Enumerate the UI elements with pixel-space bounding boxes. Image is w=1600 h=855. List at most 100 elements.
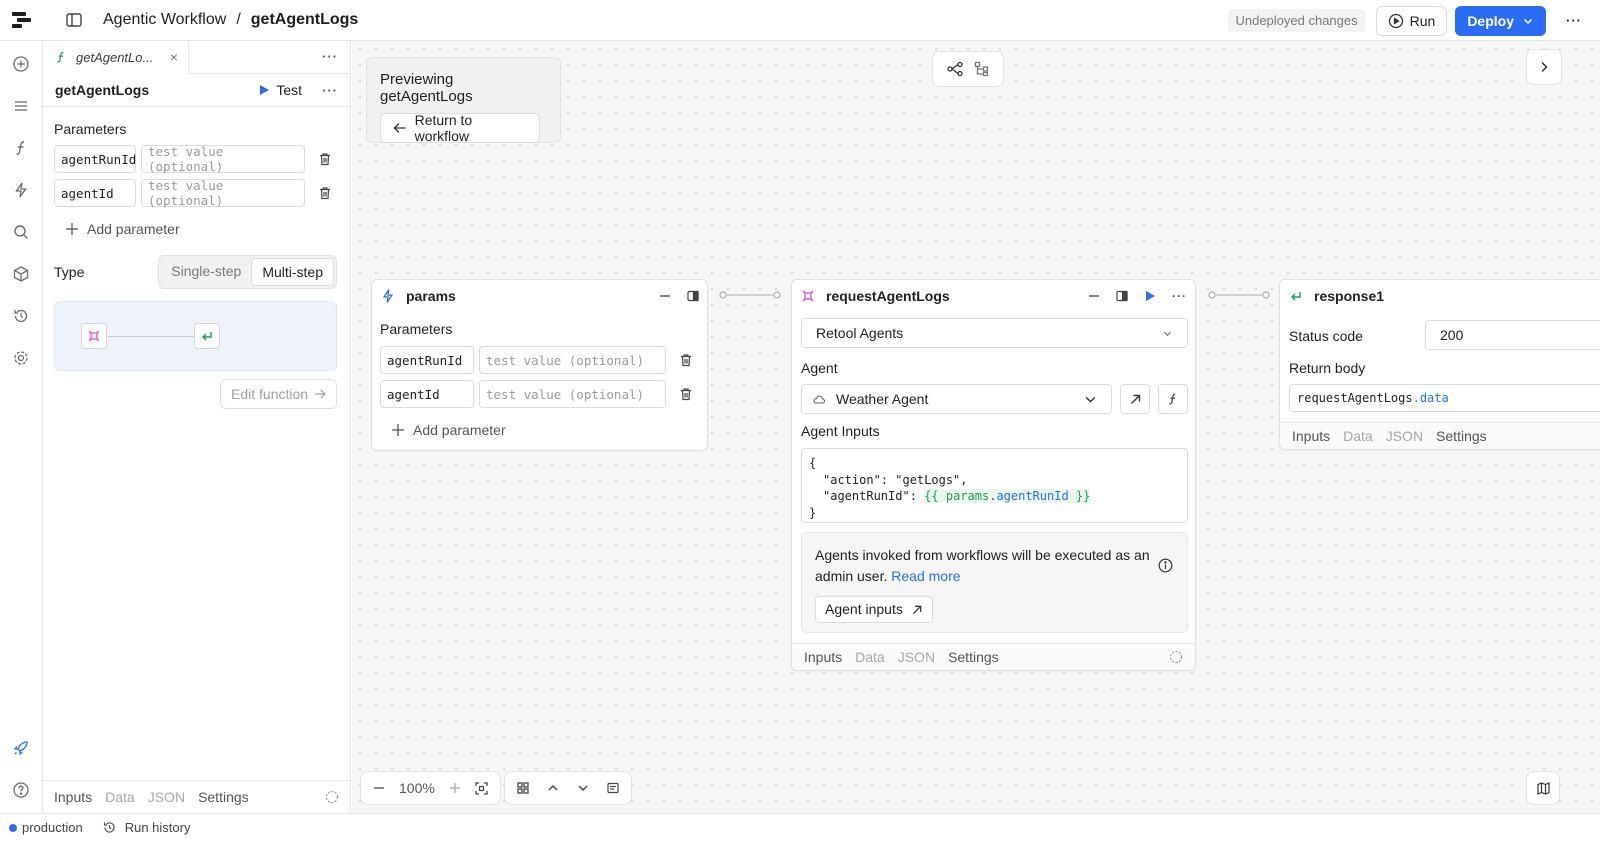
info-icon[interactable]: [1158, 558, 1173, 573]
trash-icon[interactable]: [679, 387, 693, 401]
trash-icon[interactable]: [679, 353, 693, 367]
add-parameter-button[interactable]: Add parameter: [65, 221, 180, 237]
graph-layout-icon[interactable]: [946, 60, 964, 78]
tab-more-button[interactable]: ···: [322, 49, 338, 64]
edit-function-button[interactable]: Edit function: [220, 379, 338, 409]
fit-screen-icon[interactable]: [475, 781, 488, 795]
parameter-value-input[interactable]: test value (optional): [141, 178, 305, 208]
history-icon[interactable]: [12, 307, 30, 325]
zoom-in-icon[interactable]: [449, 782, 461, 794]
function-more-button[interactable]: ···: [322, 83, 338, 98]
function-icon[interactable]: [12, 139, 30, 157]
collapse-panel-button[interactable]: [1526, 49, 1562, 85]
tab-inputs[interactable]: Inputs: [54, 789, 92, 805]
tree-layout-icon[interactable]: [973, 60, 991, 78]
code-close-brace: }: [809, 505, 817, 520]
tab-inputs[interactable]: Inputs: [1292, 428, 1330, 444]
tab-data[interactable]: Data: [105, 789, 135, 805]
plus-icon: [392, 424, 404, 436]
agent-inputs-button-label: Agent inputs: [825, 601, 903, 617]
type-option-multi-step[interactable]: Multi-step: [251, 258, 334, 286]
zoom-out-icon[interactable]: [373, 782, 385, 794]
tab-settings[interactable]: Settings: [198, 789, 249, 805]
help-icon[interactable]: [12, 781, 30, 799]
gear-icon[interactable]: [12, 349, 30, 367]
run-button[interactable]: Run: [1375, 5, 1448, 36]
mini-flow-edge: [108, 336, 194, 337]
sidebar-toggle-icon[interactable]: [65, 11, 83, 29]
play-icon[interactable]: [1144, 290, 1156, 302]
parameter-value-input[interactable]: test value (optional): [479, 346, 666, 374]
grid-icon[interactable]: [517, 782, 529, 794]
return-to-workflow-button[interactable]: Return to workflow: [380, 112, 540, 144]
preview-card: Previewing getAgentLogs Return to workfl…: [366, 57, 561, 144]
return-body-property: data: [1419, 391, 1449, 405]
tab-data[interactable]: Data: [1343, 428, 1373, 444]
chevron-down-icon[interactable]: [577, 782, 589, 794]
resource-select[interactable]: Retool Agents: [801, 318, 1188, 348]
more-menu-button[interactable]: ···: [1562, 9, 1586, 33]
parameter-value-input[interactable]: test value (optional): [141, 144, 305, 174]
parameter-row: agentRunId test value (optional): [380, 346, 693, 374]
parameter-row: agentId test value (optional): [380, 380, 693, 408]
params-node[interactable]: params Parameters agentRunId test value …: [371, 279, 708, 451]
run-history-button[interactable]: Run history: [125, 820, 191, 835]
agent-inputs-editor[interactable]: { "action": "getLogs", "agentRunId": {{ …: [801, 448, 1188, 523]
return-body-object: requestAgentLogs: [1297, 391, 1413, 405]
agent-icon: [802, 290, 814, 302]
function-mode-button[interactable]: [1158, 384, 1188, 414]
test-button[interactable]: Test: [259, 82, 302, 98]
rocket-icon[interactable]: [12, 739, 30, 757]
request-agent-logs-node[interactable]: requestAgentLogs ··· Retool Agents Agent…: [791, 279, 1196, 671]
response-node[interactable]: response1 Status code 200 Return body re…: [1279, 279, 1600, 450]
parameter-value-input[interactable]: test value (optional): [479, 380, 666, 408]
minimize-icon[interactable]: [659, 290, 671, 302]
chevron-down-icon: [1523, 18, 1533, 24]
status-code-input[interactable]: 200: [1425, 320, 1600, 350]
return-body-input[interactable]: requestAgentLogs. data: [1289, 384, 1600, 412]
tab-inputs[interactable]: Inputs: [804, 649, 842, 665]
note-icon[interactable]: [607, 782, 619, 794]
split-panel-icon[interactable]: [687, 290, 699, 302]
agent-inputs-button[interactable]: Agent inputs: [815, 596, 933, 623]
tab-json[interactable]: JSON: [898, 649, 935, 665]
zoom-controls: 100%: [360, 771, 501, 805]
close-icon[interactable]: ×: [170, 49, 178, 65]
parameter-name-input[interactable]: agentId: [54, 179, 136, 207]
agent-select[interactable]: Weather Agent: [801, 384, 1112, 414]
type-option-single-step[interactable]: Single-step: [161, 258, 251, 286]
zoom-level[interactable]: 100%: [399, 780, 435, 796]
search-icon[interactable]: [12, 223, 30, 241]
agent-value: Weather Agent: [836, 391, 929, 407]
tab-json[interactable]: JSON: [148, 789, 185, 805]
retool-logo-icon[interactable]: [11, 10, 33, 30]
minimap-button[interactable]: [1526, 771, 1560, 805]
parameter-name-input[interactable]: agentRunId: [380, 346, 474, 374]
tab-json[interactable]: JSON: [1386, 428, 1423, 444]
trash-icon[interactable]: [318, 186, 332, 200]
read-more-link[interactable]: Read more: [891, 568, 960, 584]
cube-icon[interactable]: [12, 265, 30, 283]
node-more-button[interactable]: ···: [1172, 289, 1187, 303]
tab-settings[interactable]: Settings: [1436, 428, 1487, 444]
breadcrumb-workflow[interactable]: Agentic Workflow: [103, 11, 226, 29]
deploy-button[interactable]: Deploy: [1455, 5, 1546, 36]
add-circle-icon[interactable]: [12, 55, 30, 73]
function-tab[interactable]: getAgentLo... ×: [43, 40, 189, 74]
request-node-header: requestAgentLogs ···: [792, 280, 1195, 312]
list-icon[interactable]: [12, 97, 30, 115]
trash-icon[interactable]: [318, 152, 332, 166]
split-panel-icon[interactable]: [1116, 290, 1128, 302]
add-parameter-button[interactable]: Add parameter: [391, 422, 506, 438]
lightning-icon[interactable]: [12, 181, 30, 199]
environment-label[interactable]: production: [22, 820, 83, 835]
parameter-name-input[interactable]: agentId: [380, 380, 474, 408]
tab-settings[interactable]: Settings: [948, 649, 999, 665]
minimize-icon[interactable]: [1088, 290, 1100, 302]
tab-data[interactable]: Data: [855, 649, 885, 665]
workflow-canvas[interactable]: Previewing getAgentLogs Return to workfl…: [352, 41, 1600, 813]
function-name[interactable]: getAgentLogs: [55, 82, 149, 98]
chevron-up-icon[interactable]: [547, 782, 559, 794]
parameter-name-input[interactable]: agentRunId: [54, 145, 136, 173]
open-agent-button[interactable]: [1120, 384, 1150, 414]
